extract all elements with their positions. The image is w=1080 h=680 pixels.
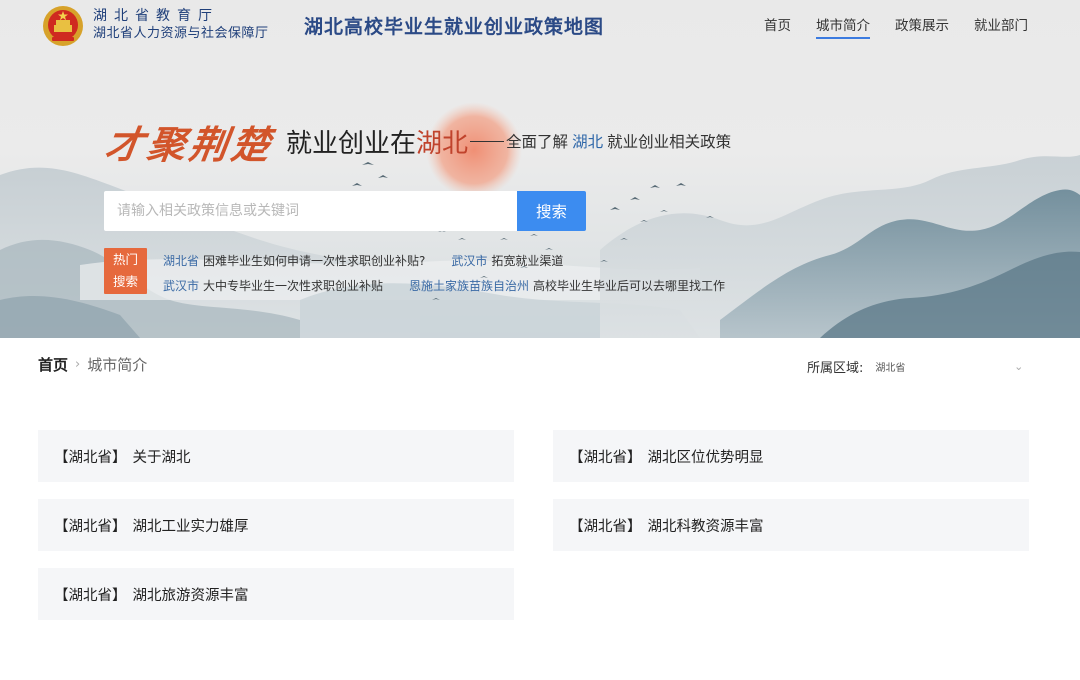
card-region-tag: 【湖北省】 xyxy=(54,587,127,604)
city-intro-card[interactable]: 【湖北省】 湖北区位优势明显 xyxy=(553,430,1029,482)
national-emblem-icon xyxy=(43,6,83,46)
search-button[interactable]: 搜索 xyxy=(517,191,586,231)
main-nav: 首页 城市简介 政策展示 就业部门 xyxy=(739,14,1028,39)
breadcrumb-bar: 首页 › 城市简介 所属区域: 湖北省 ⌄ xyxy=(0,338,1080,390)
breadcrumb-home[interactable]: 首页 xyxy=(38,354,68,375)
hot-search-link[interactable]: 武汉市 大中专毕业生一次性求职创业补贴 xyxy=(163,274,383,299)
search-input[interactable] xyxy=(104,191,517,231)
city-intro-card[interactable]: 【湖北省】 湖北工业实力雄厚 xyxy=(38,499,514,551)
nav-home[interactable]: 首页 xyxy=(764,14,791,39)
hot-search-link[interactable]: 武汉市 拓宽就业渠道 xyxy=(451,249,563,274)
calligraphy-title: 才聚荆楚 xyxy=(102,121,277,167)
card-title: 湖北科教资源丰富 xyxy=(647,518,764,535)
slogan-dash xyxy=(470,140,505,142)
hot-search-row: 湖北省 困难毕业生如何申请一次性求职创业补贴? 武汉市 拓宽就业渠道 xyxy=(163,249,751,274)
region-select-value: 湖北省 xyxy=(875,362,906,374)
region-filter: 所属区域: 湖北省 ⌄ xyxy=(807,356,1023,376)
hot-search-link[interactable]: 湖北省 困难毕业生如何申请一次性求职创业补贴? xyxy=(163,249,425,274)
nav-policy-display[interactable]: 政策展示 xyxy=(895,14,949,39)
hot-search-links: 湖北省 困难毕业生如何申请一次性求职创业补贴? 武汉市 拓宽就业渠道 武汉市 大中专毕… xyxy=(163,249,751,299)
nav-employment-departments[interactable]: 就业部门 xyxy=(974,14,1028,39)
hot-link-region: 武汉市 xyxy=(163,279,200,293)
slogan-prefix: 就业创业在 xyxy=(286,128,417,159)
hot-link-text: 拓宽就业渠道 xyxy=(491,254,564,268)
city-intro-card[interactable]: 【湖北省】 湖北旅游资源丰富 xyxy=(38,568,514,620)
site-title: 湖北高校毕业生就业创业政策地图 xyxy=(304,16,605,38)
breadcrumb-separator-icon: › xyxy=(75,357,81,372)
banner-slogan: 才聚荆楚 就业创业在湖北 全面了解 湖北 就业创业相关政策 xyxy=(102,116,731,167)
card-title: 关于湖北 xyxy=(132,449,191,466)
org-name-hrss: 湖北省人力资源与社会保障厅 xyxy=(93,26,269,41)
hot-link-region: 湖北省 xyxy=(163,254,200,268)
card-title: 湖北旅游资源丰富 xyxy=(132,587,249,604)
chevron-down-icon: ⌄ xyxy=(1014,359,1024,373)
organization-names: 湖北省教育厅 湖北省人力资源与社会保障厅 xyxy=(93,8,269,43)
hot-link-text: 大中专毕业生一次性求职创业补贴 xyxy=(203,279,384,293)
city-intro-card[interactable]: 【湖北省】 湖北科教资源丰富 xyxy=(553,499,1029,551)
org-name-education: 湖北省教育厅 xyxy=(93,8,219,24)
hot-link-text: 困难毕业生如何申请一次性求职创业补贴? xyxy=(203,254,426,268)
search-bar: 搜索 xyxy=(104,191,586,231)
hot-search-row: 武汉市 大中专毕业生一次性求职创业补贴 恩施土家族苗族自治州 高校毕业生毕业后可以去… xyxy=(163,274,751,299)
card-region-tag: 【湖北省】 xyxy=(54,518,127,535)
hot-link-region: 武汉市 xyxy=(451,254,488,268)
slogan-sub-region: 湖北 xyxy=(572,133,604,151)
hot-search-badge: 热门 搜索 xyxy=(104,248,147,294)
card-region-tag: 【湖北省】 xyxy=(569,449,642,466)
hot-search-link[interactable]: 恩施土家族苗族自治州 高校毕业生毕业后可以去哪里找工作 xyxy=(409,274,725,299)
card-region-tag: 【湖北省】 xyxy=(54,449,127,466)
slogan-sub-suffix: 就业创业相关政策 xyxy=(607,133,732,151)
region-select[interactable]: 湖北省 ⌄ xyxy=(875,356,1023,376)
breadcrumb-current: 城市简介 xyxy=(87,356,148,374)
slogan-sub-prefix: 全面了解 xyxy=(506,133,569,151)
hot-badge-line1: 热门 xyxy=(112,252,138,267)
hot-link-text: 高校毕业生毕业后可以去哪里找工作 xyxy=(533,279,726,293)
region-filter-label: 所属区域: xyxy=(807,360,864,376)
nav-city-intro[interactable]: 城市简介 xyxy=(816,14,870,39)
hot-link-region: 恩施土家族苗族自治州 xyxy=(409,279,530,293)
card-title: 湖北区位优势明显 xyxy=(647,449,764,466)
hot-badge-line2: 搜索 xyxy=(112,274,138,289)
breadcrumb: 首页 › 城市简介 xyxy=(38,354,147,375)
slogan-main: 就业创业在湖北 xyxy=(286,123,468,160)
slogan-region: 湖北 xyxy=(416,128,469,159)
slogan-sub: 全面了解 湖北 就业创业相关政策 xyxy=(506,130,731,152)
site-header: 湖北省教育厅 湖北省人力资源与社会保障厅 湖北高校毕业生就业创业政策地图 首页 … xyxy=(0,0,1080,50)
city-intro-card[interactable]: 【湖北省】 关于湖北 xyxy=(38,430,514,482)
card-region-tag: 【湖北省】 xyxy=(569,518,642,535)
card-title: 湖北工业实力雄厚 xyxy=(132,518,249,535)
